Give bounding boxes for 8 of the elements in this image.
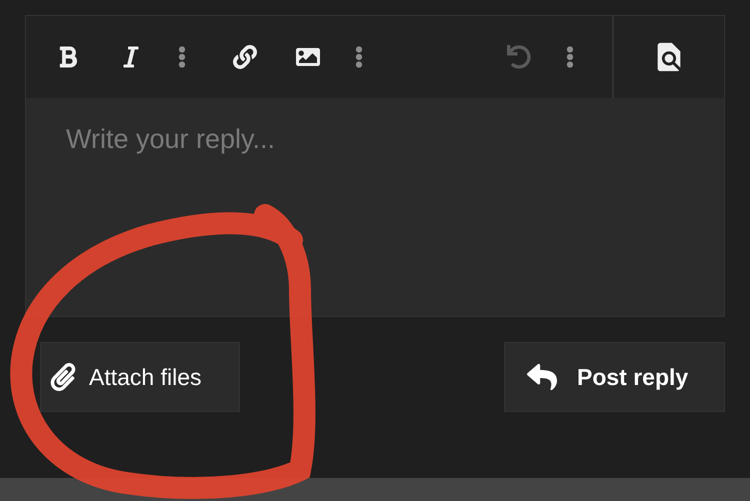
- reply-input-field[interactable]: Write your reply...: [25, 98, 725, 317]
- link-icon: [233, 45, 257, 69]
- paperclip-icon: [49, 363, 77, 391]
- reply-icon: [527, 362, 557, 392]
- attach-files-button[interactable]: Attach files: [40, 342, 240, 412]
- post-reply-button[interactable]: Post reply: [504, 342, 725, 412]
- image-icon: [296, 45, 320, 69]
- undo-icon: [507, 45, 531, 69]
